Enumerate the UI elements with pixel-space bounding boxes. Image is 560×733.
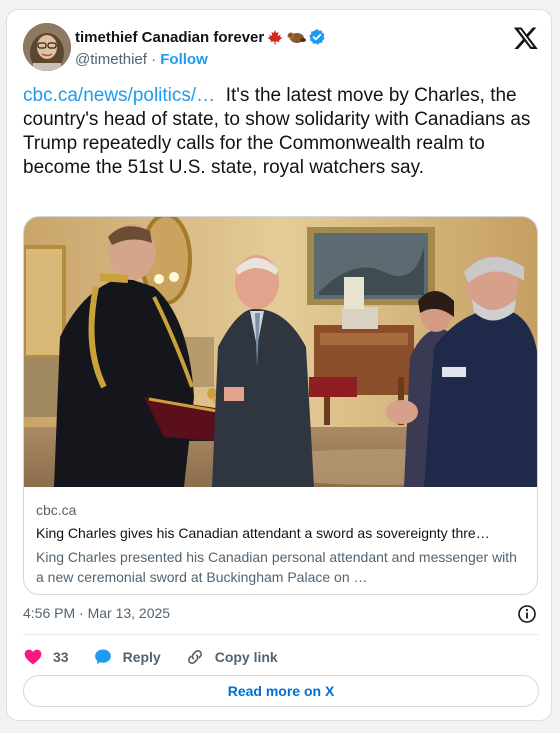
maple-leaf-icon: [267, 30, 283, 45]
timestamp[interactable]: 4:56 PM · Mar 13, 2025: [23, 605, 170, 621]
action-bar: 33 Reply Copy link: [23, 644, 278, 670]
copy-link-label: Copy link: [214, 649, 278, 665]
card-domain: cbc.ca: [36, 502, 77, 518]
display-name: timethief Canadian forever: [75, 28, 265, 46]
avatar-image: [23, 23, 71, 71]
beaver-icon: [287, 32, 307, 43]
like-count: 33: [53, 649, 69, 665]
tweet-link[interactable]: cbc.ca/news/politics/…: [23, 85, 215, 106]
handle[interactable]: @timethief: [75, 51, 147, 68]
tweet-embed-card: timethief Canadian forever @timethief · …: [6, 9, 552, 721]
verified-badge-icon: [309, 29, 325, 45]
heart-icon: [24, 649, 42, 665]
reply-bubble-icon: [94, 649, 111, 665]
link-preview-card[interactable]: cbc.ca King Charles gives his Canadian a…: [23, 216, 538, 595]
link-icon: [187, 650, 202, 664]
handle-row: @timethief · Follow: [75, 51, 208, 68]
card-title: King Charles gives his Canadian attendan…: [36, 525, 490, 541]
avatar[interactable]: [23, 23, 71, 71]
reply-button[interactable]: Reply: [93, 647, 161, 667]
copy-link-button[interactable]: Copy link: [185, 647, 278, 667]
like-button[interactable]: 33: [23, 647, 69, 667]
follow-button[interactable]: Follow: [160, 51, 208, 68]
tweet-text: cbc.ca/news/politics/… It's the latest m…: [23, 84, 535, 180]
separator-dot: ·: [151, 51, 157, 68]
x-logo-icon[interactable]: [513, 25, 539, 51]
article-photo: [24, 217, 537, 487]
read-more-button[interactable]: Read more on X: [23, 675, 539, 707]
info-icon[interactable]: [517, 604, 537, 624]
reply-label: Reply: [122, 649, 161, 665]
card-description: King Charles presented his Canadian pers…: [36, 549, 517, 585]
display-name-row[interactable]: timethief Canadian forever: [75, 28, 326, 46]
divider: [23, 634, 539, 635]
